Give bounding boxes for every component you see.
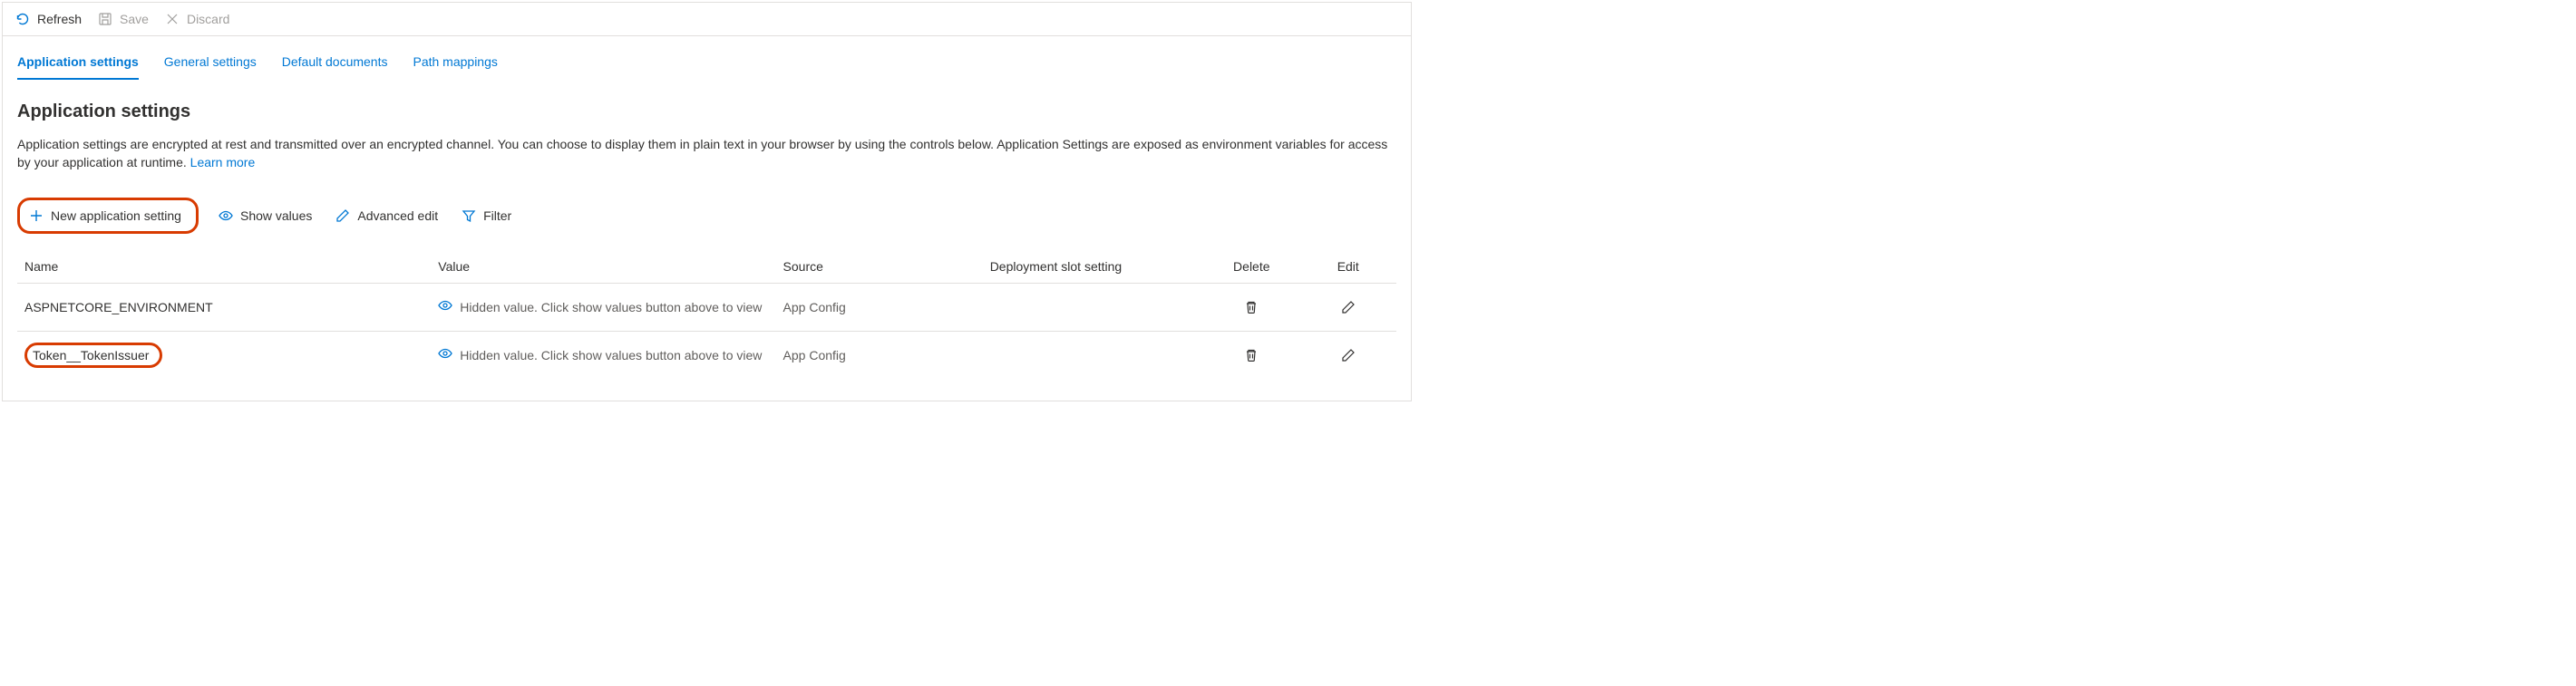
refresh-button[interactable]: Refresh [15, 10, 82, 28]
col-header-value[interactable]: Value [431, 250, 775, 284]
discard-icon [165, 12, 180, 26]
col-header-source[interactable]: Source [776, 250, 983, 284]
trash-icon [1244, 300, 1259, 314]
show-values-button[interactable]: Show values [215, 203, 316, 228]
setting-name[interactable]: Token__TokenIssuer [33, 348, 149, 362]
filter-icon [462, 208, 476, 223]
col-header-edit: Edit [1300, 250, 1396, 284]
advanced-edit-label: Advanced edit [357, 208, 438, 223]
section-description: Application settings are encrypted at re… [17, 135, 1395, 172]
advanced-edit-button[interactable]: Advanced edit [332, 203, 442, 228]
deployment-slot-cell [983, 283, 1203, 331]
setting-source: App Config [783, 300, 846, 314]
col-header-name[interactable]: Name [17, 250, 431, 284]
edit-button[interactable] [1337, 296, 1359, 318]
eye-icon [438, 346, 452, 363]
table-row: ASPNETCORE_ENVIRONMENT Hidden value. Clic… [17, 283, 1396, 331]
filter-label: Filter [483, 208, 511, 223]
discard-label: Discard [187, 12, 229, 26]
save-label: Save [120, 12, 149, 26]
new-setting-label: New application setting [51, 208, 181, 223]
settings-table: Name Value Source Deployment slot settin… [17, 250, 1396, 379]
new-application-setting-button[interactable]: New application setting [25, 203, 185, 228]
save-icon [98, 12, 112, 26]
tab-bar: Application settings General settings De… [3, 36, 1411, 80]
deployment-slot-cell [983, 331, 1203, 379]
tab-application-settings[interactable]: Application settings [17, 49, 139, 80]
command-bar: Refresh Save Discard [3, 3, 1411, 36]
save-button[interactable]: Save [98, 10, 149, 28]
section-heading: Application settings [17, 101, 1396, 122]
refresh-label: Refresh [37, 12, 82, 26]
eye-icon [219, 208, 233, 223]
tab-path-mappings[interactable]: Path mappings [413, 49, 497, 80]
plus-icon [29, 208, 44, 223]
col-header-slot[interactable]: Deployment slot setting [983, 250, 1203, 284]
highlight-setting-name: Token__TokenIssuer [24, 343, 162, 368]
content-area: Application settings Application setting… [3, 80, 1411, 401]
edit-button[interactable] [1337, 344, 1359, 366]
filter-button[interactable]: Filter [458, 203, 515, 228]
refresh-icon [15, 12, 30, 26]
discard-button[interactable]: Discard [165, 10, 229, 28]
pencil-icon [1341, 348, 1356, 362]
tab-default-documents[interactable]: Default documents [282, 49, 388, 80]
trash-icon [1244, 348, 1259, 362]
hidden-value-text: Hidden value. Click show values button a… [460, 348, 762, 362]
hidden-value-text: Hidden value. Click show values button a… [460, 300, 762, 314]
learn-more-link[interactable]: Learn more [190, 155, 256, 169]
hidden-value[interactable]: Hidden value. Click show values button a… [438, 298, 762, 315]
delete-button[interactable] [1240, 344, 1262, 366]
eye-icon [438, 298, 452, 315]
tab-general-settings[interactable]: General settings [164, 49, 257, 80]
delete-button[interactable] [1240, 296, 1262, 318]
col-header-delete: Delete [1203, 250, 1299, 284]
setting-source: App Config [783, 348, 846, 362]
table-row: Token__TokenIssuer Hidden value. Click sh… [17, 331, 1396, 379]
pencil-icon [335, 208, 350, 223]
highlight-new-setting: New application setting [17, 198, 199, 234]
setting-name[interactable]: ASPNETCORE_ENVIRONMENT [24, 300, 213, 314]
hidden-value[interactable]: Hidden value. Click show values button a… [438, 346, 762, 363]
pencil-icon [1341, 300, 1356, 314]
show-values-label: Show values [240, 208, 312, 223]
settings-action-bar: New application setting Show values Adva… [17, 198, 1396, 234]
config-panel: Refresh Save Discard Application setting… [2, 2, 1412, 401]
